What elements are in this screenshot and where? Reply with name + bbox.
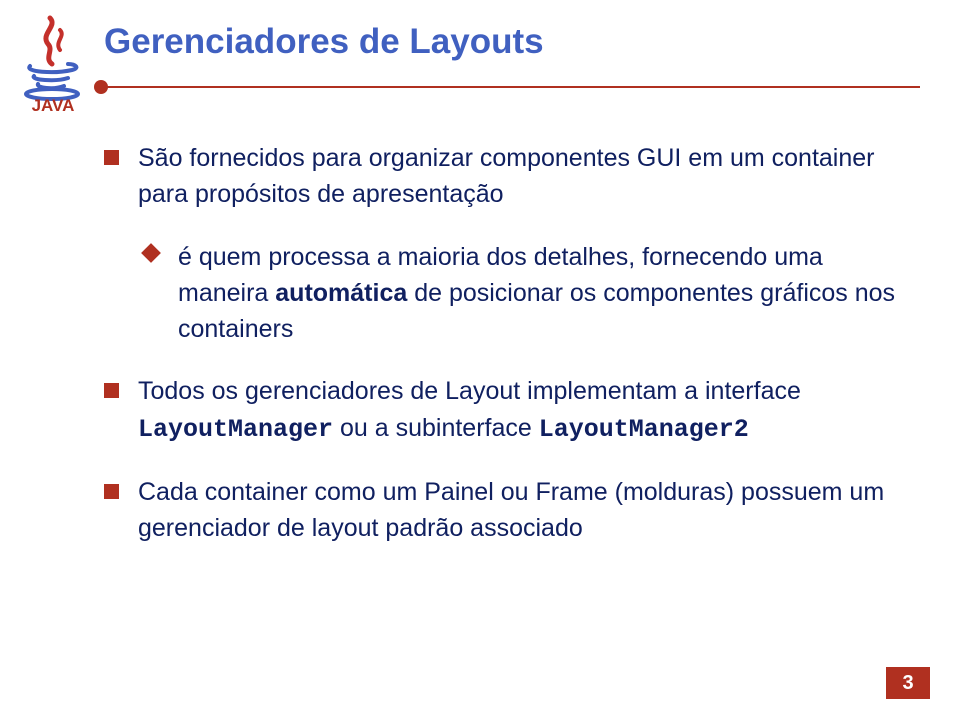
code-text: LayoutManager [138,415,333,444]
slide-body: São fornecidos para organizar componente… [104,140,900,572]
slide: JAVA Gerenciadores de Layouts São fornec… [0,0,960,723]
header-rule [100,86,920,88]
bullet-text: São fornecidos para organizar componente… [138,144,875,208]
bullet-level2: é quem processa a maioria dos detalhes, … [104,239,900,348]
page-number: 3 [902,672,913,695]
code-text: LayoutManager2 [539,415,749,444]
page-number-box: 3 [886,667,930,699]
slide-header: JAVA Gerenciadores de Layouts [0,0,960,120]
bullet-level1: Cada container como um Painel ou Frame (… [104,474,900,547]
java-logo: JAVA [14,14,92,114]
slide-title: Gerenciadores de Layouts [104,22,544,62]
bold-text: automática [275,279,407,307]
bullet-level1: Todos os gerenciadores de Layout impleme… [104,373,900,448]
bullet-text: Todos os gerenciadores de Layout impleme… [138,377,801,405]
bullet-text: ou a subinterface [333,414,539,442]
bullet-text: Cada container como um Painel ou Frame (… [138,478,884,542]
bullet-level1: São fornecidos para organizar componente… [104,140,900,213]
svg-text:JAVA: JAVA [32,96,75,114]
